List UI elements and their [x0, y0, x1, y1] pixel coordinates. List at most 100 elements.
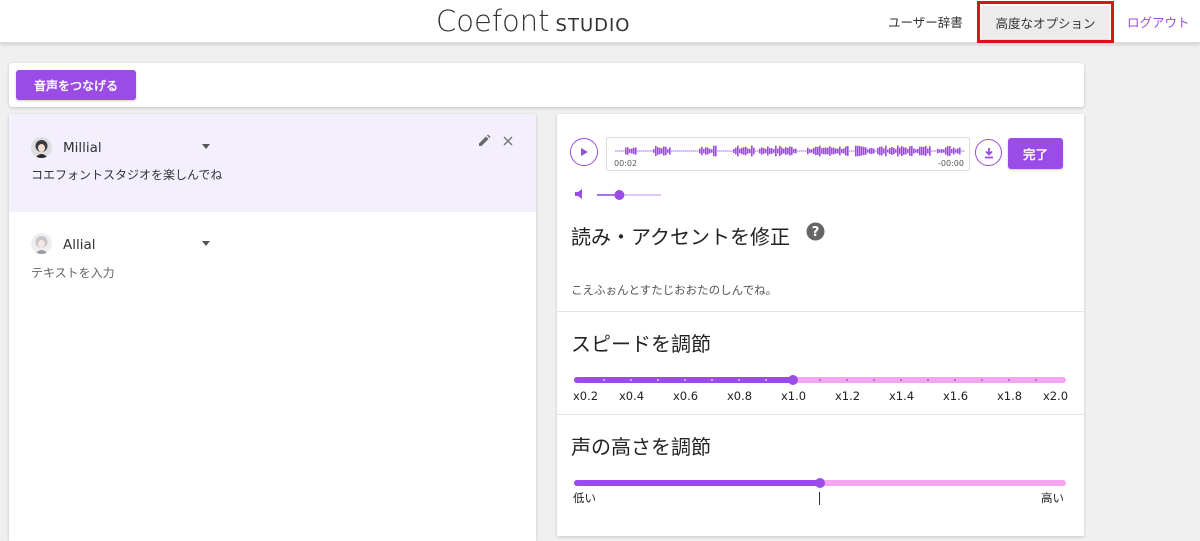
play-button[interactable]	[570, 138, 598, 166]
line-text[interactable]: コエフォントスタジオを楽しんでね	[31, 166, 222, 183]
waveform-bar	[755, 150, 757, 152]
waveform-bar	[935, 150, 937, 152]
logo-main-text: Coefont	[436, 4, 550, 38]
waveform-bar	[619, 150, 621, 152]
pitch-slider-knob[interactable]	[815, 478, 825, 488]
volume-icon[interactable]	[574, 188, 586, 200]
speed-tick-dot	[630, 379, 632, 381]
waveform-bar	[771, 148, 773, 154]
waveform-bar	[651, 150, 653, 152]
waveform-bar	[717, 150, 719, 152]
line-item[interactable]: Millial コエフォントスタジオを楽しんでね	[9, 114, 536, 212]
waveform-bar	[709, 148, 711, 154]
voice-name: Allial	[63, 237, 96, 253]
nav-logout[interactable]: ログアウト	[1127, 12, 1190, 31]
waveform-bar	[657, 147, 659, 155]
waveform-bar	[637, 150, 639, 152]
waveform-bar	[665, 146, 667, 156]
waveform-bar	[831, 147, 833, 155]
close-icon[interactable]	[501, 134, 515, 148]
line-text-placeholder[interactable]: テキストを入力	[31, 264, 115, 281]
voice-dropdown-icon[interactable]	[202, 144, 210, 149]
volume-slider[interactable]	[597, 188, 661, 202]
waveform-bar	[759, 148, 761, 154]
speed-tick-dot	[873, 379, 875, 381]
waveform-bar	[849, 150, 851, 152]
speed-tick-dot	[603, 379, 605, 381]
waveform-bar	[855, 145, 857, 157]
done-button[interactable]: 完了	[1008, 138, 1063, 169]
waveform-bar	[941, 149, 943, 153]
speed-slider[interactable]	[573, 373, 1067, 387]
waveform-bar	[667, 149, 669, 153]
waveform-bar	[663, 146, 665, 156]
waveform-bar	[847, 146, 849, 156]
waveform-bar	[633, 147, 635, 155]
speed-tick-dot	[954, 379, 956, 381]
waveform-bar	[801, 150, 803, 152]
play-icon	[581, 148, 588, 156]
waveform-bar	[779, 145, 781, 157]
waveform-bar	[923, 146, 925, 156]
speed-tick-dot	[1008, 379, 1010, 381]
reading-text[interactable]: こえふぉんとすたじおおたのしんでね。	[571, 282, 777, 298]
help-icon[interactable]: ?	[806, 222, 825, 241]
speed-tick-dot	[684, 379, 686, 381]
speed-slider-knob[interactable]	[788, 375, 798, 385]
waveform-bar	[877, 147, 879, 155]
waveform-bar	[963, 150, 965, 152]
waveform-bar	[795, 148, 797, 154]
highlight-box: 高度なオプション	[977, 1, 1114, 43]
pitch-slider[interactable]	[573, 476, 1067, 490]
waveform-bar	[909, 146, 911, 156]
nav-user-dictionary[interactable]: ユーザー辞書	[888, 12, 963, 31]
waveform-bar	[765, 148, 767, 154]
download-icon	[984, 147, 993, 158]
waveform-bar	[769, 148, 771, 154]
waveform-bar	[699, 148, 701, 154]
line-item[interactable]: Allial テキストを入力	[9, 212, 536, 310]
waveform-bar	[775, 145, 777, 157]
waveform-bar	[869, 148, 871, 154]
waveform-bar	[957, 148, 959, 154]
waveform-bar	[815, 146, 817, 156]
waveform-bar	[647, 150, 649, 152]
speed-tick-dot	[927, 379, 929, 381]
pencil-icon[interactable]	[477, 134, 491, 148]
waveform-bar	[921, 146, 923, 156]
waveform-bar	[787, 147, 789, 155]
waveform-bar	[883, 148, 885, 154]
nav-advanced-options-button[interactable]: 高度なオプション	[982, 6, 1109, 39]
waveform-bar	[747, 148, 749, 154]
waveform-bar	[835, 148, 837, 154]
voice-dropdown-icon[interactable]	[202, 241, 210, 246]
coefont-studio-logo[interactable]: Coefont STUDIO	[436, 4, 630, 40]
waveform-bar	[773, 149, 775, 153]
waveform-bar	[823, 147, 825, 155]
waveform-bar	[861, 146, 863, 156]
waveform-bar	[889, 148, 891, 154]
waveform-bar	[859, 146, 861, 156]
speed-tick-dot	[981, 379, 983, 381]
waveform-bar	[673, 150, 675, 152]
waveform-bar	[641, 150, 643, 152]
speed-tick-label: x0.4	[619, 389, 645, 403]
waveform-bar	[739, 148, 741, 154]
speed-tick-dot	[711, 379, 713, 381]
download-button[interactable]	[975, 139, 1002, 166]
waveform-bar	[621, 150, 623, 152]
waveform[interactable]: 00:02 -00:00	[606, 137, 970, 171]
waveform-bar	[953, 147, 955, 155]
waveform-bar	[789, 146, 791, 156]
speed-tick-dot	[819, 379, 821, 381]
waveform-bar	[843, 148, 845, 154]
waveform-bar	[729, 150, 731, 152]
waveform-bar	[817, 146, 819, 156]
waveform-bar	[825, 147, 827, 155]
waveform-bar	[767, 146, 769, 156]
join-audio-button[interactable]: 音声をつなげる	[16, 70, 136, 100]
waveform-bar	[857, 145, 859, 157]
app-header: Coefont STUDIO ユーザー辞書 高度なオプション ログアウト	[0, 0, 1200, 43]
waveform-bar	[743, 147, 745, 155]
waveform-bar	[753, 147, 755, 155]
